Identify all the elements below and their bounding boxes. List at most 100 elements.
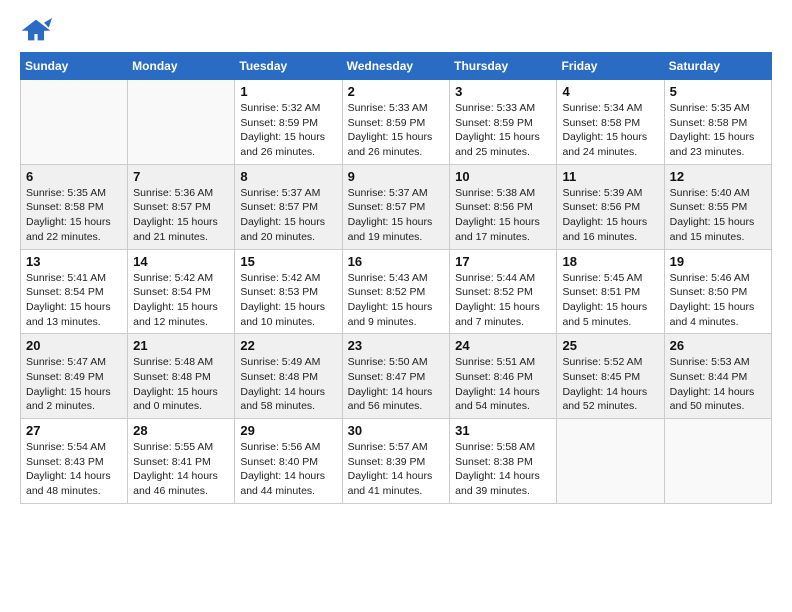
day-info: Sunrise: 5:34 AM Sunset: 8:58 PM Dayligh… xyxy=(562,101,658,160)
day-cell: 28 Sunrise: 5:55 AM Sunset: 8:41 PM Dayli… xyxy=(128,419,235,504)
day-cell: 13 Sunrise: 5:41 AM Sunset: 8:54 PM Dayli… xyxy=(21,249,128,334)
day-cell: 18 Sunrise: 5:45 AM Sunset: 8:51 PM Dayli… xyxy=(557,249,664,334)
day-cell: 2 Sunrise: 5:33 AM Sunset: 8:59 PM Daylig… xyxy=(342,80,450,165)
day-number: 28 xyxy=(133,423,229,438)
day-cell: 25Sunrise: 5:52 AM Sunset: 8:45 PM Dayli… xyxy=(557,334,664,419)
day-cell: 8 Sunrise: 5:37 AM Sunset: 8:57 PM Daylig… xyxy=(235,164,342,249)
day-number: 22 xyxy=(240,338,336,353)
day-info: Sunrise: 5:35 AM Sunset: 8:58 PM Dayligh… xyxy=(670,101,766,160)
day-number: 18 xyxy=(562,254,658,269)
day-cell: 29 Sunrise: 5:56 AM Sunset: 8:40 PM Dayli… xyxy=(235,419,342,504)
day-number: 30 xyxy=(348,423,445,438)
day-info: Sunrise: 5:37 AM Sunset: 8:57 PM Dayligh… xyxy=(240,186,336,245)
day-cell: 24 Sunrise: 5:51 AM Sunset: 8:46 PM Dayli… xyxy=(450,334,557,419)
logo-bird-icon xyxy=(20,16,52,44)
day-cell xyxy=(128,80,235,165)
day-cell: 21Sunrise: 5:48 AM Sunset: 8:48 PM Dayli… xyxy=(128,334,235,419)
day-number: 27 xyxy=(26,423,122,438)
day-info: Sunrise: 5:47 AM Sunset: 8:49 PM Dayligh… xyxy=(26,355,122,414)
day-cell xyxy=(664,419,771,504)
day-cell: 19 Sunrise: 5:46 AM Sunset: 8:50 PM Dayli… xyxy=(664,249,771,334)
day-number: 26 xyxy=(670,338,766,353)
day-cell: 16 Sunrise: 5:43 AM Sunset: 8:52 PM Dayli… xyxy=(342,249,450,334)
day-info: Sunrise: 5:32 AM Sunset: 8:59 PM Dayligh… xyxy=(240,101,336,160)
day-number: 23 xyxy=(348,338,445,353)
day-cell: 17Sunrise: 5:44 AM Sunset: 8:52 PM Dayli… xyxy=(450,249,557,334)
day-info: Sunrise: 5:55 AM Sunset: 8:41 PM Dayligh… xyxy=(133,440,229,499)
day-number: 6 xyxy=(26,169,122,184)
day-cell: 5 Sunrise: 5:35 AM Sunset: 8:58 PM Daylig… xyxy=(664,80,771,165)
day-number: 19 xyxy=(670,254,766,269)
day-number: 12 xyxy=(670,169,766,184)
day-number: 9 xyxy=(348,169,445,184)
day-number: 8 xyxy=(240,169,336,184)
day-cell: 3 Sunrise: 5:33 AM Sunset: 8:59 PM Daylig… xyxy=(450,80,557,165)
day-cell: 9 Sunrise: 5:37 AM Sunset: 8:57 PM Daylig… xyxy=(342,164,450,249)
day-number: 2 xyxy=(348,84,445,99)
day-info: Sunrise: 5:43 AM Sunset: 8:52 PM Dayligh… xyxy=(348,271,445,330)
week-row-5: 27 Sunrise: 5:54 AM Sunset: 8:43 PM Dayli… xyxy=(21,419,772,504)
day-info: Sunrise: 5:49 AM Sunset: 8:48 PM Dayligh… xyxy=(240,355,336,414)
day-cell: 26 Sunrise: 5:53 AM Sunset: 8:44 PM Dayli… xyxy=(664,334,771,419)
day-cell: 15 Sunrise: 5:42 AM Sunset: 8:53 PM Dayli… xyxy=(235,249,342,334)
week-row-1: 1 Sunrise: 5:32 AM Sunset: 8:59 PM Daylig… xyxy=(21,80,772,165)
day-info: Sunrise: 5:38 AM Sunset: 8:56 PM Dayligh… xyxy=(455,186,551,245)
day-number: 13 xyxy=(26,254,122,269)
day-cell: 12 Sunrise: 5:40 AM Sunset: 8:55 PM Dayli… xyxy=(664,164,771,249)
day-cell: 1 Sunrise: 5:32 AM Sunset: 8:59 PM Daylig… xyxy=(235,80,342,165)
col-header-thursday: Thursday xyxy=(450,53,557,80)
day-info: Sunrise: 5:42 AM Sunset: 8:53 PM Dayligh… xyxy=(240,271,336,330)
day-info: Sunrise: 5:40 AM Sunset: 8:55 PM Dayligh… xyxy=(670,186,766,245)
day-cell: 22 Sunrise: 5:49 AM Sunset: 8:48 PM Dayli… xyxy=(235,334,342,419)
logo xyxy=(20,16,56,44)
day-number: 5 xyxy=(670,84,766,99)
day-number: 24 xyxy=(455,338,551,353)
day-number: 14 xyxy=(133,254,229,269)
day-info: Sunrise: 5:57 AM Sunset: 8:39 PM Dayligh… xyxy=(348,440,445,499)
day-cell: 7 Sunrise: 5:36 AM Sunset: 8:57 PM Daylig… xyxy=(128,164,235,249)
day-number: 15 xyxy=(240,254,336,269)
day-info: Sunrise: 5:51 AM Sunset: 8:46 PM Dayligh… xyxy=(455,355,551,414)
day-cell: 11Sunrise: 5:39 AM Sunset: 8:56 PM Dayli… xyxy=(557,164,664,249)
day-info: Sunrise: 5:53 AM Sunset: 8:44 PM Dayligh… xyxy=(670,355,766,414)
day-number: 29 xyxy=(240,423,336,438)
day-info: Sunrise: 5:41 AM Sunset: 8:54 PM Dayligh… xyxy=(26,271,122,330)
day-number: 7 xyxy=(133,169,229,184)
day-info: Sunrise: 5:45 AM Sunset: 8:51 PM Dayligh… xyxy=(562,271,658,330)
day-cell xyxy=(21,80,128,165)
day-number: 4 xyxy=(562,84,658,99)
day-info: Sunrise: 5:46 AM Sunset: 8:50 PM Dayligh… xyxy=(670,271,766,330)
day-number: 20 xyxy=(26,338,122,353)
day-info: Sunrise: 5:37 AM Sunset: 8:57 PM Dayligh… xyxy=(348,186,445,245)
col-header-wednesday: Wednesday xyxy=(342,53,450,80)
col-header-friday: Friday xyxy=(557,53,664,80)
day-number: 1 xyxy=(240,84,336,99)
day-info: Sunrise: 5:33 AM Sunset: 8:59 PM Dayligh… xyxy=(348,101,445,160)
day-number: 10 xyxy=(455,169,551,184)
day-cell: 6 Sunrise: 5:35 AM Sunset: 8:58 PM Daylig… xyxy=(21,164,128,249)
calendar-header-row: SundayMondayTuesdayWednesdayThursdayFrid… xyxy=(21,53,772,80)
day-number: 3 xyxy=(455,84,551,99)
day-cell: 23 Sunrise: 5:50 AM Sunset: 8:47 PM Dayli… xyxy=(342,334,450,419)
day-info: Sunrise: 5:44 AM Sunset: 8:52 PM Dayligh… xyxy=(455,271,551,330)
col-header-monday: Monday xyxy=(128,53,235,80)
day-cell: 10 Sunrise: 5:38 AM Sunset: 8:56 PM Dayli… xyxy=(450,164,557,249)
day-info: Sunrise: 5:54 AM Sunset: 8:43 PM Dayligh… xyxy=(26,440,122,499)
day-info: Sunrise: 5:35 AM Sunset: 8:58 PM Dayligh… xyxy=(26,186,122,245)
day-info: Sunrise: 5:56 AM Sunset: 8:40 PM Dayligh… xyxy=(240,440,336,499)
col-header-sunday: Sunday xyxy=(21,53,128,80)
week-row-4: 20 Sunrise: 5:47 AM Sunset: 8:49 PM Dayli… xyxy=(21,334,772,419)
day-info: Sunrise: 5:33 AM Sunset: 8:59 PM Dayligh… xyxy=(455,101,551,160)
calendar-table: SundayMondayTuesdayWednesdayThursdayFrid… xyxy=(20,52,772,504)
day-info: Sunrise: 5:50 AM Sunset: 8:47 PM Dayligh… xyxy=(348,355,445,414)
week-row-3: 13 Sunrise: 5:41 AM Sunset: 8:54 PM Dayli… xyxy=(21,249,772,334)
week-row-2: 6 Sunrise: 5:35 AM Sunset: 8:58 PM Daylig… xyxy=(21,164,772,249)
page-header xyxy=(20,16,772,44)
day-info: Sunrise: 5:52 AM Sunset: 8:45 PM Dayligh… xyxy=(562,355,658,414)
day-info: Sunrise: 5:36 AM Sunset: 8:57 PM Dayligh… xyxy=(133,186,229,245)
day-cell: 30 Sunrise: 5:57 AM Sunset: 8:39 PM Dayli… xyxy=(342,419,450,504)
day-cell: 31Sunrise: 5:58 AM Sunset: 8:38 PM Dayli… xyxy=(450,419,557,504)
day-number: 11 xyxy=(562,169,658,184)
day-number: 16 xyxy=(348,254,445,269)
day-info: Sunrise: 5:58 AM Sunset: 8:38 PM Dayligh… xyxy=(455,440,551,499)
